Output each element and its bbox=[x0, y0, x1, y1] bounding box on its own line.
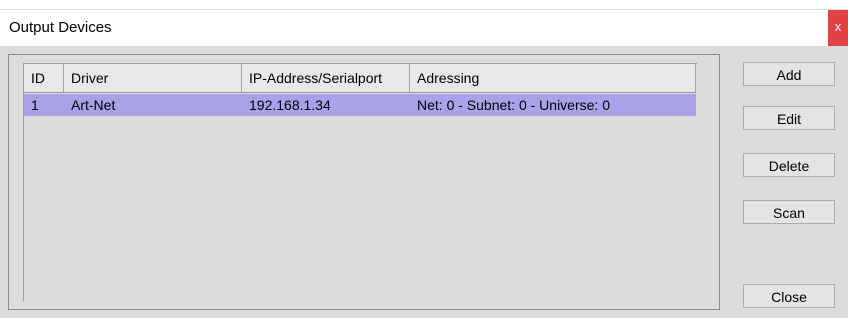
dialog-body: ID Driver IP-Address/Serialport Adressin… bbox=[0, 46, 848, 318]
close-window-button[interactable]: x bbox=[828, 10, 848, 46]
table-header: ID Driver IP-Address/Serialport Adressin… bbox=[24, 64, 696, 93]
table-row[interactable]: 1 Art-Net 192.168.1.34 Net: 0 - Subnet: … bbox=[24, 94, 696, 116]
column-header-addressing[interactable]: Adressing bbox=[410, 64, 696, 92]
title-bar[interactable]: Output Devices x bbox=[0, 10, 848, 46]
cell-ip-address: 192.168.1.34 bbox=[249, 97, 331, 113]
output-devices-window: Output Devices x ID Driver IP-Address/Se… bbox=[0, 0, 848, 318]
column-header-id[interactable]: ID bbox=[24, 64, 64, 92]
devices-list-panel: ID Driver IP-Address/Serialport Adressin… bbox=[8, 54, 720, 310]
edit-button[interactable]: Edit bbox=[743, 106, 835, 130]
add-button[interactable]: Add bbox=[743, 62, 835, 86]
close-icon: x bbox=[834, 19, 842, 34]
window-title: Output Devices bbox=[9, 19, 112, 36]
column-header-driver[interactable]: Driver bbox=[64, 64, 242, 92]
close-button[interactable]: Close bbox=[743, 284, 835, 308]
column-header-ip-address[interactable]: IP-Address/Serialport bbox=[242, 64, 410, 92]
cell-addressing: Net: 0 - Subnet: 0 - Universe: 0 bbox=[417, 97, 610, 113]
window-top-border bbox=[0, 0, 848, 10]
delete-button[interactable]: Delete bbox=[743, 153, 835, 177]
cell-driver: Art-Net bbox=[71, 97, 116, 113]
scan-button[interactable]: Scan bbox=[743, 200, 835, 224]
devices-list[interactable]: ID Driver IP-Address/Serialport Adressin… bbox=[23, 63, 697, 301]
cell-id: 1 bbox=[31, 97, 39, 113]
